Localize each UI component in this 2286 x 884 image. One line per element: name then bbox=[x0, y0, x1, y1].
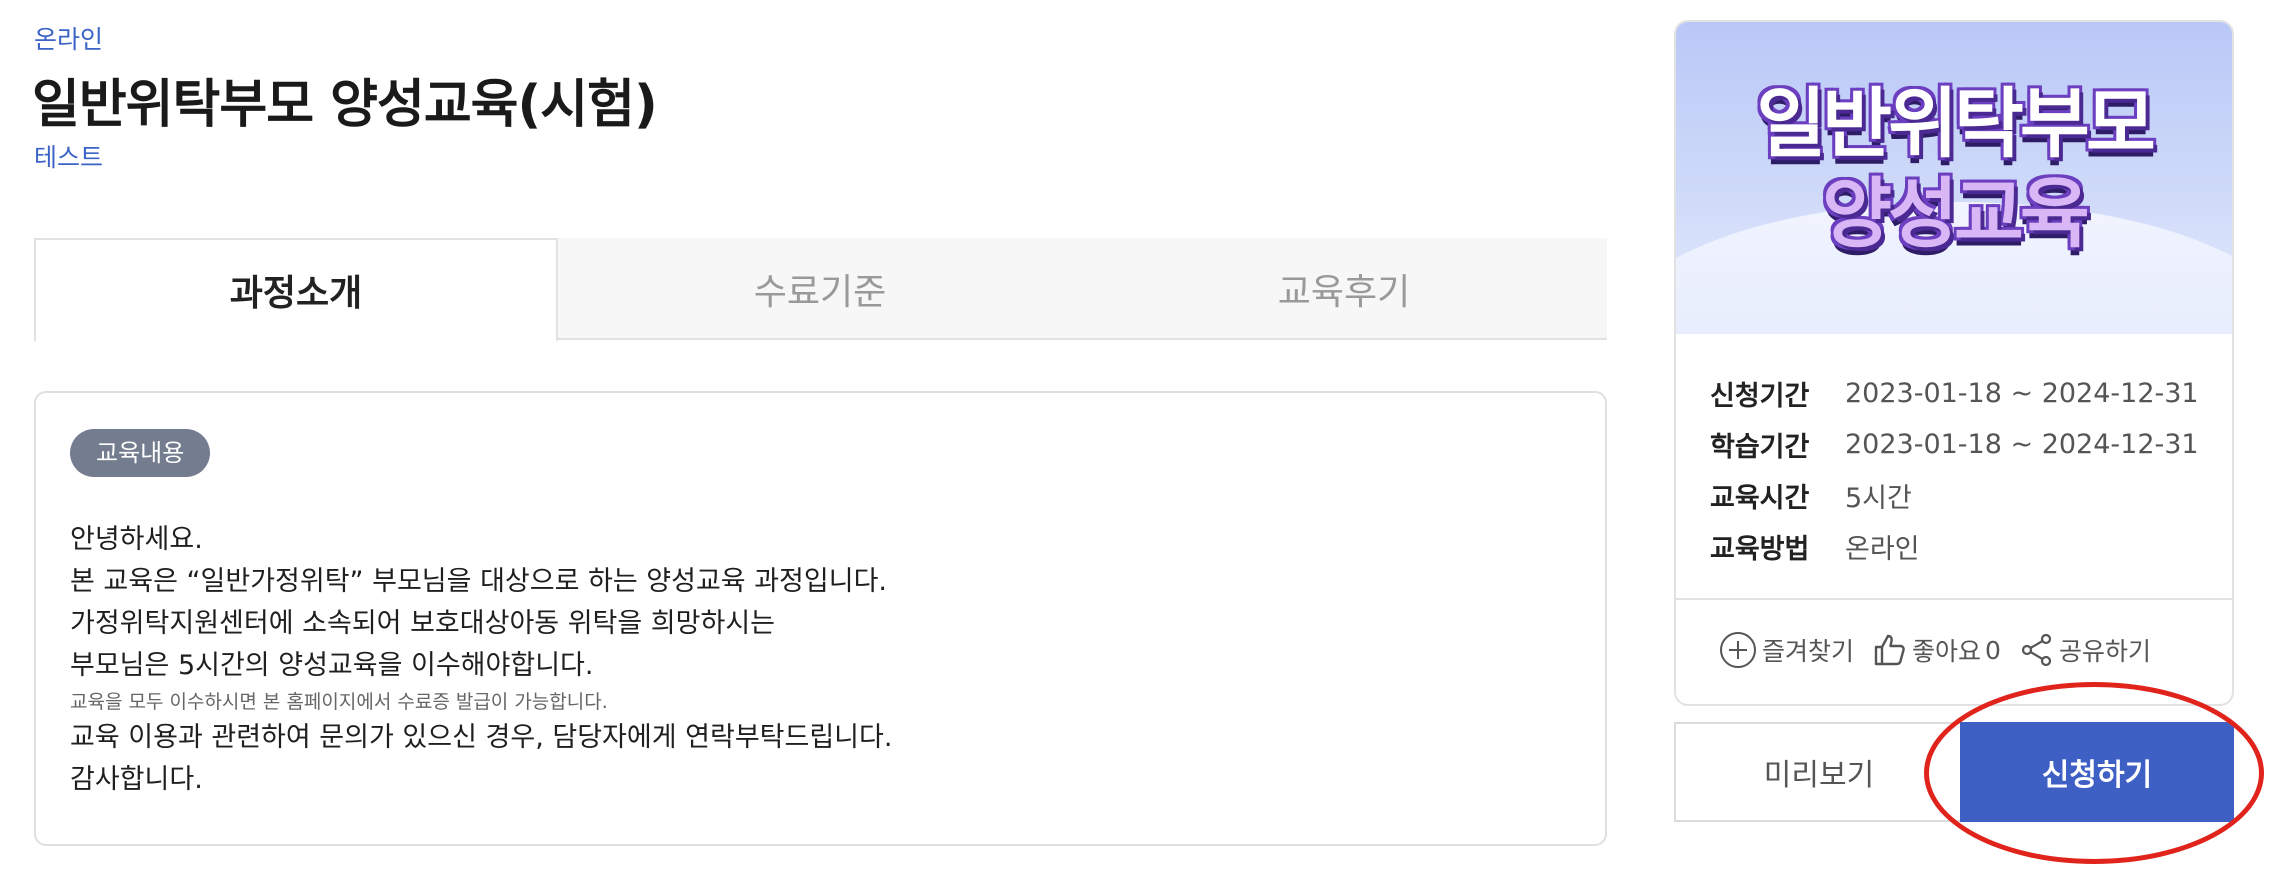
content-line: 가정위탁지원센터에 소속되어 보호대상아동 위탁을 희망하시는 bbox=[70, 608, 776, 639]
content-line: 감사합니다. bbox=[70, 764, 203, 795]
content-line-note: 교육을 모두 이수하시면 본 홈페이지에서 수료증 발급이 가능합니다. bbox=[70, 691, 608, 713]
share-label: 공유하기 bbox=[2058, 637, 2151, 666]
bookmark-label: 즐겨찾기 bbox=[1762, 637, 1855, 666]
info-label: 교육시간 bbox=[1710, 483, 1810, 514]
course-summary-card: 일반위탁부모 양성교육 신청기간 2023-01-18 ~ 2024-12-31… bbox=[1674, 20, 2234, 706]
info-value: 온라인 bbox=[1845, 534, 1920, 565]
course-content-panel: 교육내용 안녕하세요. 본 교육은 “일반가정위탁” 부모님을 대상으로 하는 … bbox=[34, 391, 1607, 846]
course-actions: 즐겨찾기 좋아요 0 공유하기 bbox=[1718, 630, 2151, 670]
info-value: 2023-01-18 ~ 2024-12-31 bbox=[1845, 378, 2199, 409]
share-icon bbox=[2019, 632, 2055, 668]
content-line: 본 교육은 “일반가정위탁” 부모님을 대상으로 하는 양성교육 과정입니다. bbox=[70, 566, 887, 597]
tab-reviews[interactable]: 교육후기 bbox=[1082, 238, 1606, 340]
info-value: 2023-01-18 ~ 2024-12-31 bbox=[1845, 429, 2199, 460]
info-row-method: 교육방법 온라인 bbox=[1710, 521, 2199, 572]
apply-button[interactable]: 신청하기 bbox=[1960, 722, 2234, 822]
content-text: 안녕하세요. 본 교육은 “일반가정위탁” 부모님을 대상으로 하는 양성교육 … bbox=[70, 519, 1550, 801]
plus-circle-icon bbox=[1718, 630, 1758, 670]
course-subtitle: 테스트 bbox=[34, 143, 104, 172]
content-line: 교육 이용과 관련하여 문의가 있으신 경우, 담당자에게 연락부탁드립니다. bbox=[70, 722, 893, 753]
content-line: 안녕하세요. bbox=[70, 524, 203, 555]
tab-course-intro[interactable]: 과정소개 bbox=[34, 238, 558, 342]
page-title: 일반위탁부모 양성교육(시험) bbox=[32, 75, 658, 135]
info-row-duration: 교육시간 5시간 bbox=[1710, 470, 2199, 521]
course-category: 온라인 bbox=[34, 25, 104, 54]
info-value: 5시간 bbox=[1845, 483, 1912, 514]
tab-completion-criteria[interactable]: 수료기준 bbox=[558, 238, 1082, 340]
info-label: 학습기간 bbox=[1710, 432, 1810, 463]
info-label: 신청기간 bbox=[1710, 381, 1810, 412]
bookmark-button[interactable]: 즐겨찾기 bbox=[1718, 630, 1854, 670]
info-label: 교육방법 bbox=[1710, 534, 1810, 565]
share-button[interactable]: 공유하기 bbox=[2019, 632, 2151, 668]
preview-button[interactable]: 미리보기 bbox=[1674, 722, 1964, 822]
content-badge: 교육내용 bbox=[70, 429, 211, 477]
like-count: 0 bbox=[1985, 635, 2001, 665]
like-button[interactable]: 좋아요 0 bbox=[1872, 632, 2001, 668]
course-tabs: 과정소개 수료기준 교육후기 bbox=[34, 238, 1607, 342]
content-line: 부모님은 5시간의 양성교육을 이수해야합니다. bbox=[70, 650, 594, 681]
thumbs-up-icon bbox=[1872, 632, 1908, 668]
like-label: 좋아요 bbox=[1912, 637, 1982, 666]
info-row-study-period: 학습기간 2023-01-18 ~ 2024-12-31 bbox=[1710, 419, 2199, 470]
card-divider bbox=[1676, 598, 2232, 600]
info-row-apply-period: 신청기간 2023-01-18 ~ 2024-12-31 bbox=[1710, 368, 2199, 419]
course-info-list: 신청기간 2023-01-18 ~ 2024-12-31 학습기간 2023-0… bbox=[1710, 368, 2199, 572]
course-thumbnail: 일반위탁부모 양성교육 bbox=[1676, 22, 2232, 334]
thumbnail-title-line2: 양성교육 bbox=[1822, 169, 2090, 258]
